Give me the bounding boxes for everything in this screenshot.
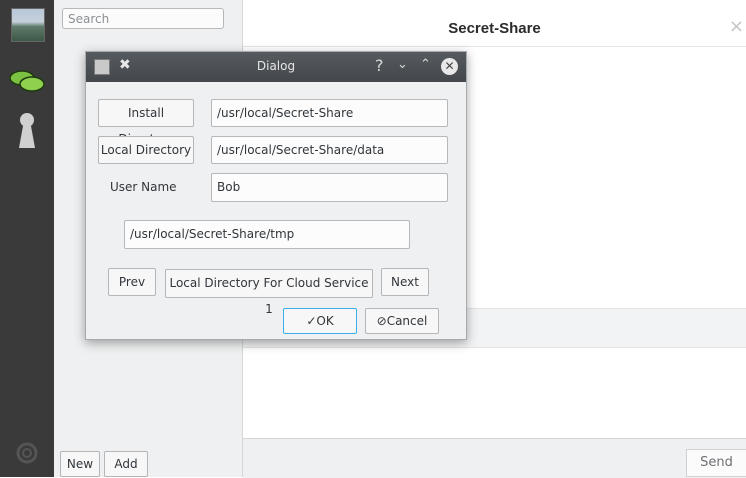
chat-bubbles-icon[interactable] [8, 66, 46, 104]
chat-header: Secret-Share × [243, 8, 746, 47]
landscape-avatar-icon[interactable] [11, 8, 45, 42]
new-button[interactable]: New [60, 451, 100, 477]
user-name-label: User Name [110, 180, 177, 194]
maximize-icon[interactable]: ⌃ [420, 57, 431, 72]
keyhole-icon[interactable] [8, 110, 46, 148]
settings-dialog: ✖ Dialog ? ⌄ ⌃ ✕ Install Directory /usr/… [85, 51, 467, 340]
install-directory-button[interactable]: Install Directory [98, 99, 194, 146]
user-name-field[interactable]: Bob [211, 173, 448, 202]
tmp-directory-field[interactable]: /usr/local/Secret-Share/tmp [124, 220, 410, 249]
compose-bar [243, 438, 746, 478]
dialog-close-icon[interactable]: ✕ [441, 58, 458, 75]
help-icon[interactable]: ? [375, 56, 384, 75]
add-button[interactable]: Add [104, 451, 148, 477]
dialog-title: Dialog [256, 59, 296, 73]
ok-button[interactable]: ✓OK [283, 308, 357, 334]
prev-button[interactable]: Prev [108, 268, 156, 296]
minimize-icon[interactable]: ⌄ [397, 57, 408, 72]
sidebar [0, 0, 54, 477]
cancel-button[interactable]: ⊘Cancel [365, 308, 439, 334]
install-directory-field[interactable]: /usr/local/Secret-Share [211, 99, 448, 127]
chat-title: Secret-Share [448, 20, 541, 37]
gear-icon[interactable] [12, 438, 42, 468]
close-icon[interactable]: × [729, 16, 744, 37]
next-button[interactable]: Next [381, 268, 429, 296]
cloud-directory-button[interactable]: Local Directory For Cloud Service 1 [165, 269, 373, 316]
send-button[interactable]: Send [686, 449, 746, 477]
local-directory-button[interactable]: Local Directory [98, 136, 194, 164]
search-input[interactable]: Search [62, 8, 224, 29]
local-directory-field[interactable]: /usr/local/Secret-Share/data [211, 136, 448, 164]
dialog-titlebar[interactable]: ✖ Dialog ? ⌄ ⌃ ✕ [86, 52, 466, 82]
